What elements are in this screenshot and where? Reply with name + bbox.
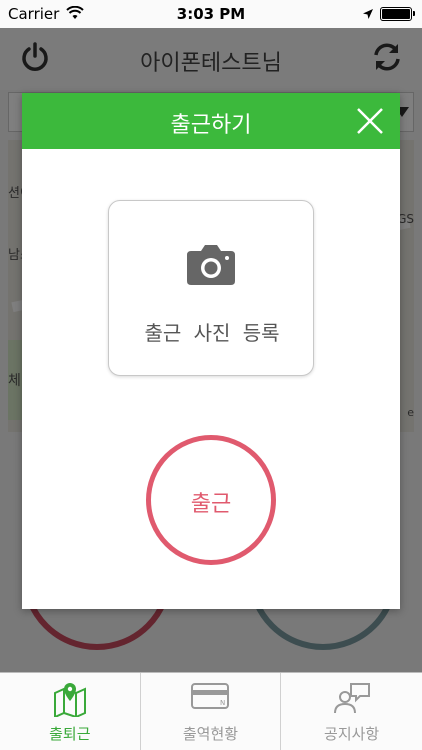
chat-person-icon (333, 681, 371, 719)
checkin-modal: 출근하기 출근 사진 등록 출근 (22, 93, 400, 609)
tab-label: 출퇴근 (49, 725, 91, 743)
location-arrow-icon (362, 6, 374, 24)
checkin-button[interactable]: 출근 (146, 435, 276, 565)
tab-label: 공지사항 (324, 725, 380, 743)
tab-attendance-status[interactable]: N 출역현황 (141, 673, 282, 750)
tab-label: 출역현황 (182, 725, 239, 743)
camera-icon (185, 243, 237, 291)
close-icon[interactable] (354, 105, 386, 137)
tab-notices[interactable]: 공지사항 (281, 673, 422, 750)
svg-text:N: N (220, 699, 225, 707)
battery-icon (380, 7, 415, 21)
checkin-label: 출근 (190, 492, 232, 517)
status-time: 3:03 PM (176, 5, 246, 23)
modal-header: 출근하기 (22, 93, 400, 149)
map-pin-icon (52, 681, 88, 721)
status-bar: Carrier 3:03 PM (0, 0, 422, 28)
bottom-tab-bar: 출퇴근 N 출역현황 공지사항 (0, 672, 422, 750)
card-icon: N (190, 681, 230, 715)
register-photo-label: 출근 사진 등록 (144, 321, 280, 345)
modal-title: 출근하기 (170, 113, 252, 138)
tab-commute[interactable]: 출퇴근 (0, 673, 141, 750)
register-photo-button[interactable]: 출근 사진 등록 (108, 200, 314, 376)
